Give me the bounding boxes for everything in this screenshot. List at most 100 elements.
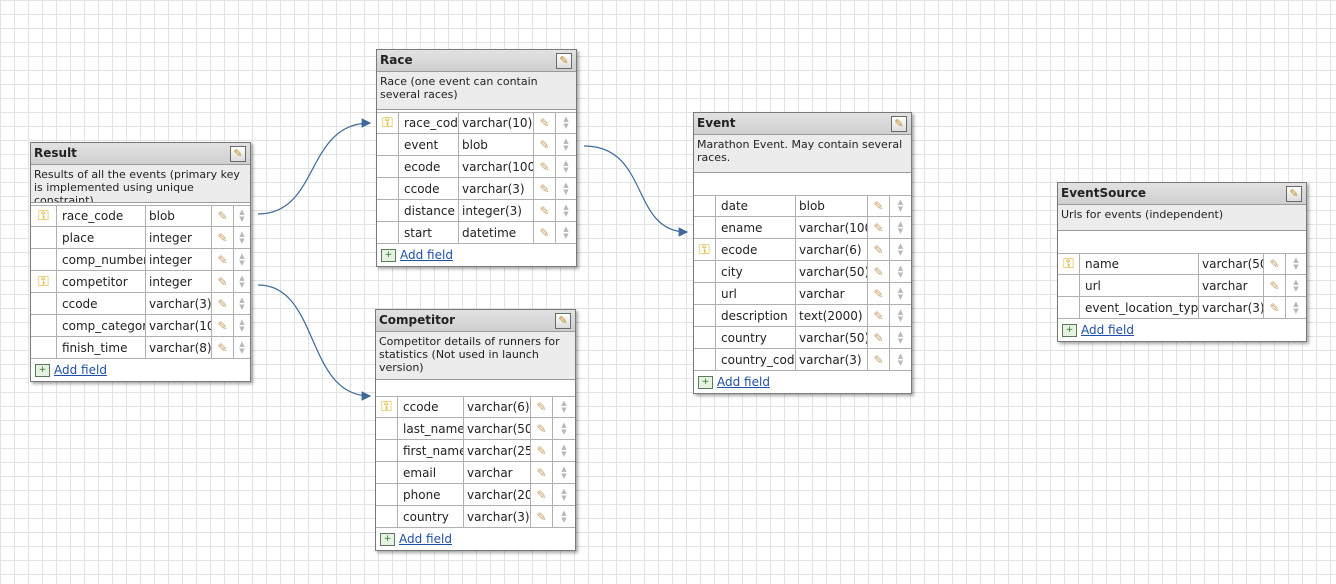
pencil-icon[interactable]: ✎: [212, 315, 234, 336]
table-event[interactable]: Event ✎ Marathon Event. May contain seve…: [693, 112, 912, 394]
pencil-icon[interactable]: ✎: [868, 305, 890, 326]
field-row[interactable]: ⚿ namevarchar(50)✎▲▼: [1058, 253, 1306, 275]
field-name[interactable]: competitor: [57, 271, 146, 292]
field-name[interactable]: country: [716, 327, 796, 348]
field-type[interactable]: varchar(3): [796, 349, 868, 370]
field-name[interactable]: url: [1080, 275, 1199, 296]
pencil-icon[interactable]: ✎: [1264, 254, 1286, 274]
table-header[interactable]: Competitor ✎: [376, 310, 575, 332]
field-type[interactable]: varchar(6): [796, 239, 868, 260]
reorder-arrows-icon[interactable]: ▲ ▼: [234, 337, 250, 358]
add-field-icon[interactable]: +: [381, 248, 396, 262]
reorder-arrows-icon[interactable]: ▲ ▼: [553, 506, 575, 527]
add-field-row[interactable]: + Add field: [31, 359, 250, 381]
field-name[interactable]: finish_time: [57, 337, 146, 358]
field-row[interactable]: description text(2000) ✎ ▲ ▼: [694, 305, 911, 327]
field-name[interactable]: comp_number: [57, 249, 146, 270]
field-row[interactable]: ⚿ race_code blob ✎ ▲ ▼: [31, 205, 250, 227]
pencil-icon[interactable]: ✎: [212, 337, 234, 358]
field-name[interactable]: country: [398, 506, 464, 527]
pencil-icon[interactable]: ✎: [212, 293, 234, 314]
field-row[interactable]: place integer ✎ ▲ ▼: [31, 227, 250, 249]
pencil-icon[interactable]: ✎: [531, 418, 553, 439]
add-field-link[interactable]: Add field: [399, 532, 452, 546]
field-row[interactable]: distance integer(3) ✎ ▲ ▼: [377, 200, 576, 222]
field-name[interactable]: ccode: [57, 293, 146, 314]
field-type[interactable]: varchar(20): [464, 484, 531, 505]
table-race[interactable]: Race ✎ Race (one event can contain sever…: [376, 49, 577, 267]
field-row[interactable]: ⚿ ccode varchar(6) ✎ ▲ ▼: [376, 396, 575, 418]
field-name[interactable]: date: [716, 196, 796, 216]
field-row[interactable]: url varchar ✎ ▲ ▼: [694, 283, 911, 305]
field-type[interactable]: blob: [146, 206, 212, 226]
add-field-icon[interactable]: +: [380, 532, 395, 546]
field-row[interactable]: ⚿ competitor integer ✎ ▲ ▼: [31, 271, 250, 293]
reorder-arrows-icon[interactable]: ▲ ▼: [890, 349, 911, 370]
field-name[interactable]: ename: [716, 217, 796, 238]
field-row[interactable]: event_location_type varchar(3) ✎ ▲ ▼: [1058, 297, 1306, 319]
field-row[interactable]: comp_number integer ✎ ▲ ▼: [31, 249, 250, 271]
field-type[interactable]: varchar(3): [146, 293, 212, 314]
pencil-icon[interactable]: ✎: [868, 239, 890, 260]
pencil-icon[interactable]: ✎: [212, 271, 234, 292]
field-type[interactable]: varchar(50): [1199, 254, 1264, 274]
field-type[interactable]: blob: [796, 196, 868, 216]
reorder-arrows-icon[interactable]: ▲ ▼: [553, 484, 575, 505]
reorder-arrows-icon[interactable]: ▲ ▼: [234, 249, 250, 270]
field-type[interactable]: integer: [146, 271, 212, 292]
table-eventsource[interactable]: EventSource ✎ Urls for events (independe…: [1057, 182, 1307, 342]
reorder-arrows-icon[interactable]: ▲ ▼: [553, 418, 575, 439]
field-row[interactable]: country varchar(50) ✎ ▲ ▼: [694, 327, 911, 349]
reorder-arrows-icon[interactable]: ▲ ▼: [890, 305, 911, 326]
edit-table-icon[interactable]: ✎: [230, 146, 246, 162]
edit-table-icon[interactable]: ✎: [891, 116, 907, 132]
reorder-arrows-icon[interactable]: ▲ ▼: [556, 156, 576, 177]
add-field-link[interactable]: Add field: [400, 248, 453, 262]
field-type[interactable]: integer(3): [459, 200, 534, 221]
field-name[interactable]: description: [716, 305, 796, 326]
field-name[interactable]: start: [399, 222, 459, 243]
field-row[interactable]: ⚿ race_codevarchar(10)✎▲▼: [377, 112, 576, 134]
field-type[interactable]: varchar(8): [146, 337, 212, 358]
pencil-icon[interactable]: ✎: [212, 206, 234, 226]
field-type[interactable]: varchar(50): [464, 418, 531, 439]
field-name[interactable]: first_name: [398, 440, 464, 461]
field-name[interactable]: city: [716, 261, 796, 282]
reorder-arrows-icon[interactable]: ▲ ▼: [556, 134, 576, 155]
edit-table-icon[interactable]: ✎: [1286, 186, 1302, 202]
reorder-arrows-icon[interactable]: ▲ ▼: [890, 196, 911, 216]
field-name[interactable]: distance: [399, 200, 459, 221]
add-field-icon[interactable]: +: [698, 375, 713, 389]
pencil-icon[interactable]: ✎: [534, 200, 556, 221]
add-field-icon[interactable]: +: [35, 363, 50, 377]
field-name[interactable]: ecode: [399, 156, 459, 177]
field-type[interactable]: varchar: [796, 283, 868, 304]
pencil-icon[interactable]: ✎: [868, 261, 890, 282]
table-header[interactable]: Result ✎: [31, 143, 250, 165]
pencil-icon[interactable]: ✎: [1264, 275, 1286, 296]
field-row[interactable]: event blob ✎ ▲ ▼: [377, 134, 576, 156]
pencil-icon[interactable]: ✎: [534, 156, 556, 177]
field-name[interactable]: phone: [398, 484, 464, 505]
field-name[interactable]: race_code: [399, 113, 459, 133]
field-row[interactable]: date blob ✎ ▲ ▼: [694, 195, 911, 217]
reorder-arrows-icon[interactable]: ▲ ▼: [556, 200, 576, 221]
field-type[interactable]: varchar(6): [464, 397, 531, 417]
field-type[interactable]: varchar(100): [459, 156, 534, 177]
field-type[interactable]: varchar(10): [459, 113, 534, 133]
add-field-link[interactable]: Add field: [1081, 323, 1134, 337]
table-header[interactable]: Race ✎: [377, 50, 576, 72]
reorder-arrows-icon[interactable]: ▲ ▼: [1286, 275, 1306, 296]
table-header[interactable]: Event ✎: [694, 113, 911, 135]
field-name[interactable]: ccode: [399, 178, 459, 199]
pencil-icon[interactable]: ✎: [868, 349, 890, 370]
pencil-icon[interactable]: ✎: [868, 283, 890, 304]
reorder-arrows-icon[interactable]: ▲ ▼: [556, 222, 576, 243]
field-type[interactable]: text(2000): [796, 305, 868, 326]
reorder-arrows-icon[interactable]: ▲ ▼: [1286, 254, 1306, 274]
pencil-icon[interactable]: ✎: [868, 327, 890, 348]
table-competitor[interactable]: Competitor ✎ Competitor details of runne…: [375, 309, 576, 551]
pencil-icon[interactable]: ✎: [531, 397, 553, 417]
add-field-link[interactable]: Add field: [54, 363, 107, 377]
field-row[interactable]: comp_categoryvarchar(10)✎▲▼: [31, 315, 250, 337]
